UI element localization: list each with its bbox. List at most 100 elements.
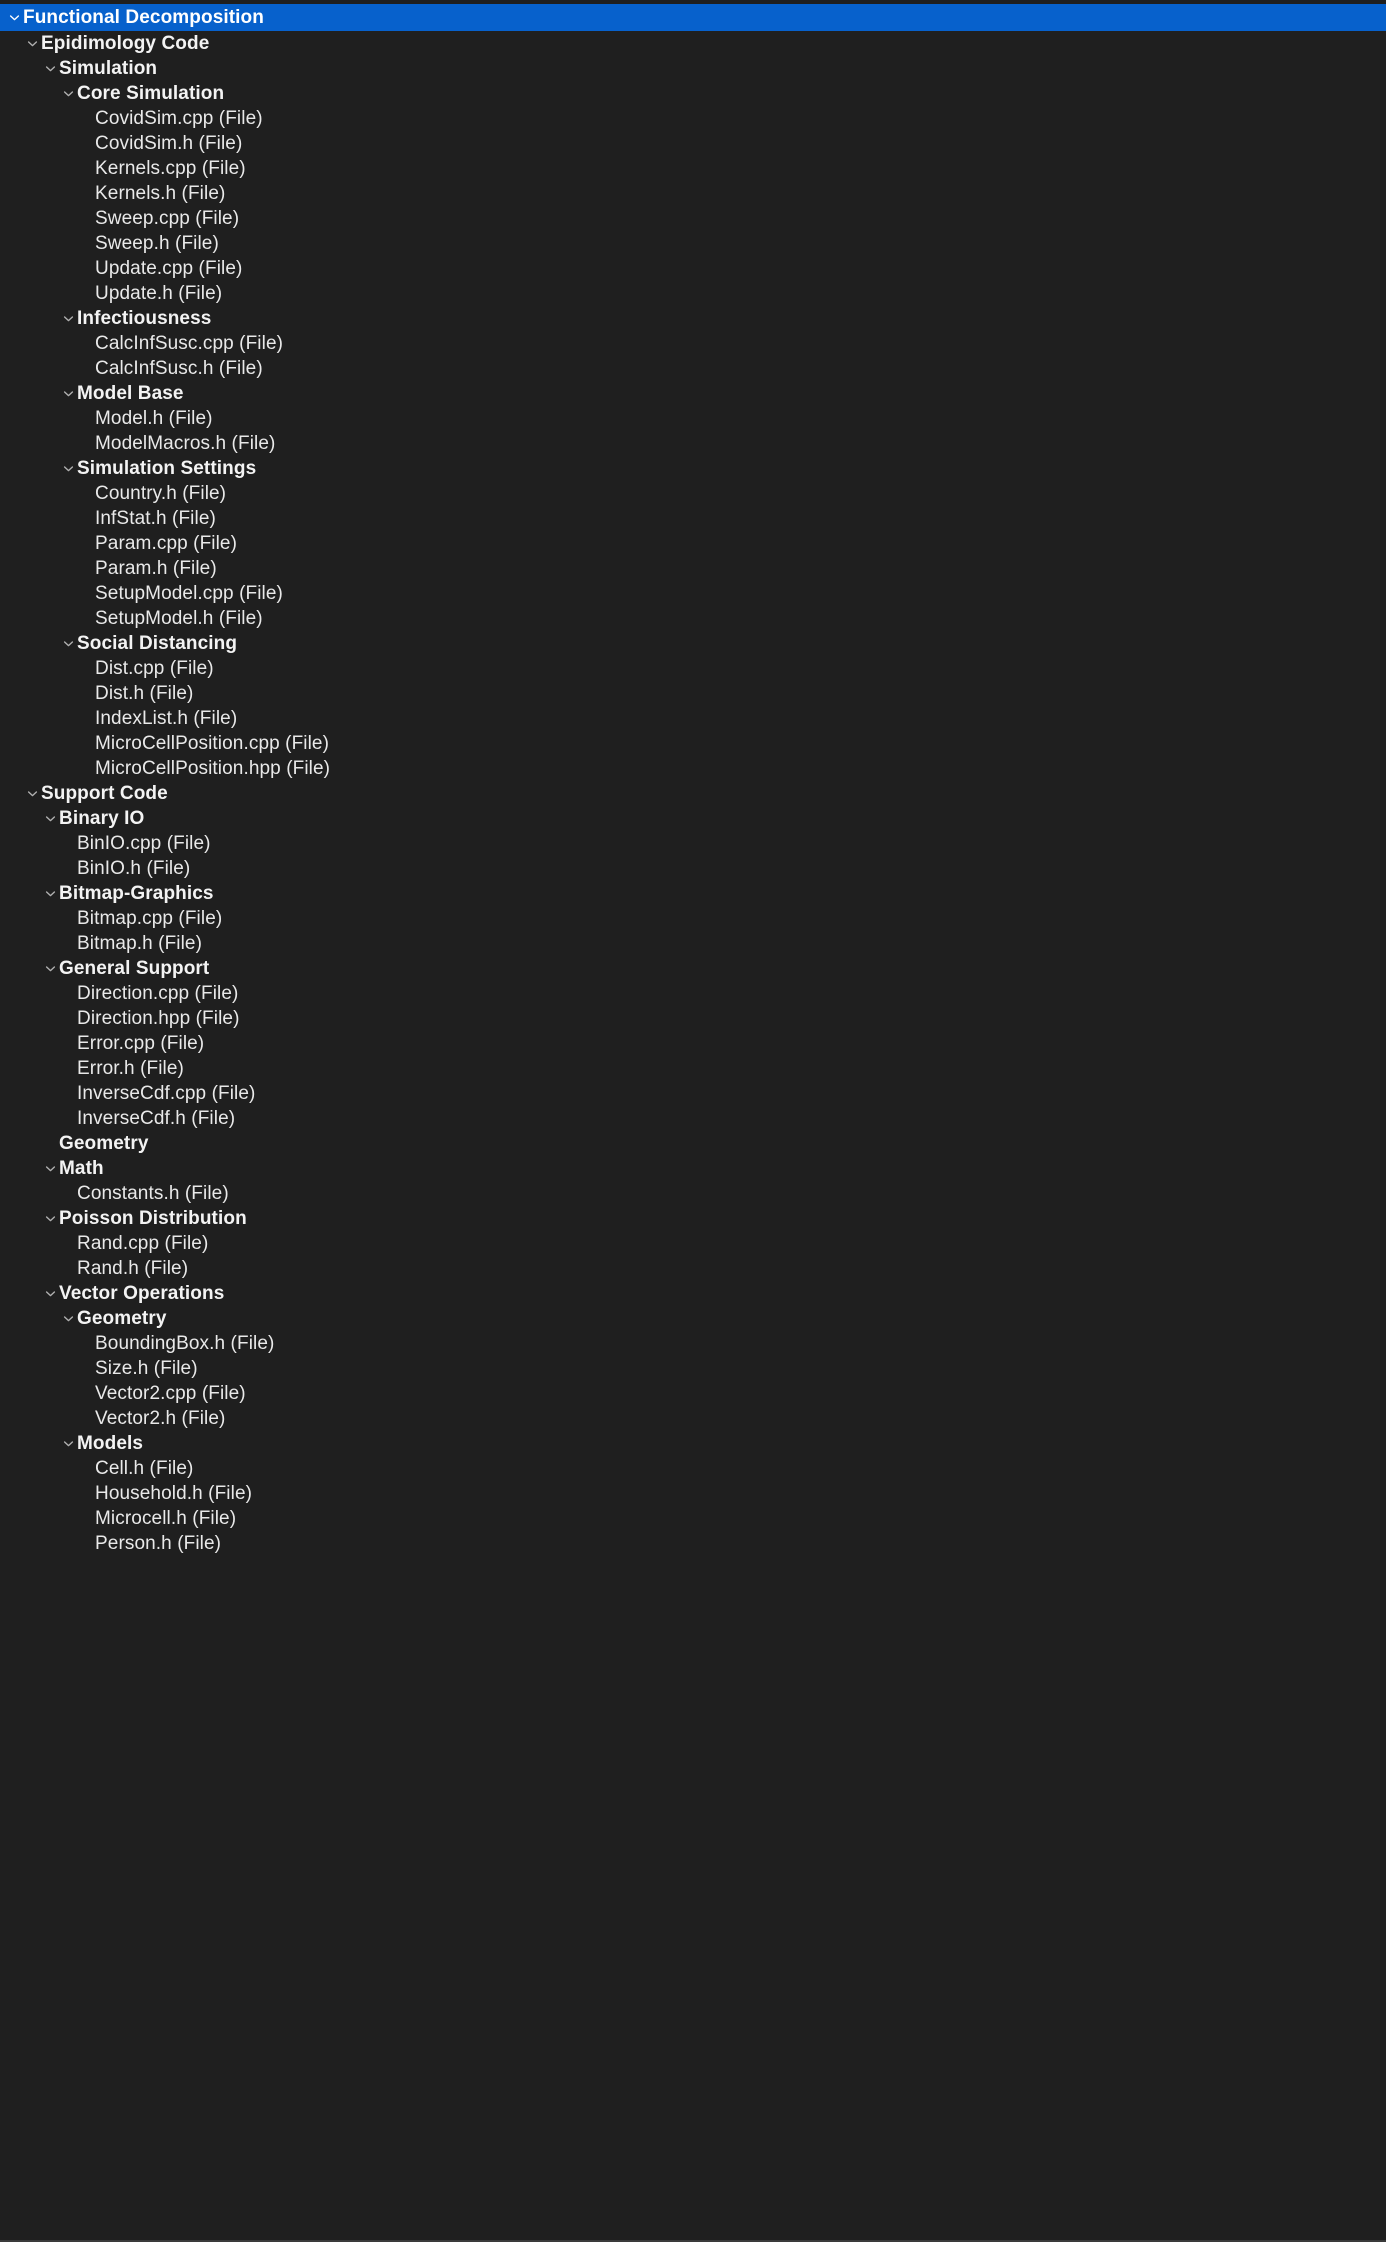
tree-row[interactable]: Model.h (File)	[0, 406, 1386, 431]
folder-label: Epidimology Code	[41, 33, 210, 54]
tree-row[interactable]: ModelMacros.h (File)	[0, 431, 1386, 456]
tree-row[interactable]: InfStat.h (File)	[0, 506, 1386, 531]
tree-row[interactable]: Bitmap-Graphics	[0, 881, 1386, 906]
tree-row[interactable]: SetupModel.h (File)	[0, 606, 1386, 631]
file-label: Error.h (File)	[77, 1058, 184, 1079]
tree-row[interactable]: Error.cpp (File)	[0, 1031, 1386, 1056]
twisty-placeholder	[78, 1506, 95, 1531]
chevron-down-icon[interactable]	[42, 1206, 59, 1231]
tree-row[interactable]: BinIO.h (File)	[0, 856, 1386, 881]
chevron-down-icon[interactable]	[42, 56, 59, 81]
file-label: BoundingBox.h (File)	[95, 1333, 275, 1354]
tree-row[interactable]: Household.h (File)	[0, 1481, 1386, 1506]
tree-row[interactable]: Param.cpp (File)	[0, 531, 1386, 556]
tree-row[interactable]: Vector2.h (File)	[0, 1406, 1386, 1431]
tree-row[interactable]: Cell.h (File)	[0, 1456, 1386, 1481]
tree-row[interactable]: Dist.cpp (File)	[0, 656, 1386, 681]
twisty-placeholder	[78, 581, 95, 606]
chevron-down-icon[interactable]	[24, 31, 41, 56]
chevron-down-icon[interactable]	[42, 1281, 59, 1306]
tree-row[interactable]: Kernels.h (File)	[0, 181, 1386, 206]
chevron-down-icon[interactable]	[42, 806, 59, 831]
tree-row[interactable]: Country.h (File)	[0, 481, 1386, 506]
file-label: ModelMacros.h (File)	[95, 433, 276, 454]
tree-row[interactable]: CovidSim.h (File)	[0, 131, 1386, 156]
tree-row[interactable]: Rand.cpp (File)	[0, 1231, 1386, 1256]
tree-row[interactable]: Update.cpp (File)	[0, 256, 1386, 281]
tree-row[interactable]: Rand.h (File)	[0, 1256, 1386, 1281]
file-label: Dist.cpp (File)	[95, 658, 214, 679]
twisty-placeholder	[78, 256, 95, 281]
tree-row[interactable]: CalcInfSusc.cpp (File)	[0, 331, 1386, 356]
tree-row[interactable]: Sweep.cpp (File)	[0, 206, 1386, 231]
twisty-placeholder	[78, 731, 95, 756]
tree-row[interactable]: Size.h (File)	[0, 1356, 1386, 1381]
chevron-down-icon[interactable]	[60, 456, 77, 481]
chevron-down-icon[interactable]	[60, 1431, 77, 1456]
chevron-down-icon[interactable]	[60, 631, 77, 656]
tree-row[interactable]: Kernels.cpp (File)	[0, 156, 1386, 181]
tree-row[interactable]: Update.h (File)	[0, 281, 1386, 306]
twisty-placeholder	[78, 1406, 95, 1431]
tree-row[interactable]: Direction.hpp (File)	[0, 1006, 1386, 1031]
tree-row[interactable]: Poisson Distribution	[0, 1206, 1386, 1231]
chevron-down-icon[interactable]	[60, 306, 77, 331]
tree-row[interactable]: InverseCdf.h (File)	[0, 1106, 1386, 1131]
file-label: BinIO.h (File)	[77, 858, 191, 879]
tree-row[interactable]: Error.h (File)	[0, 1056, 1386, 1081]
file-label: Cell.h (File)	[95, 1458, 194, 1479]
chevron-down-icon[interactable]	[42, 881, 59, 906]
tree-row[interactable]: Person.h (File)	[0, 1531, 1386, 1556]
tree-row[interactable]: MicroCellPosition.hpp (File)	[0, 756, 1386, 781]
twisty-placeholder	[78, 481, 95, 506]
tree-row[interactable]: Direction.cpp (File)	[0, 981, 1386, 1006]
tree-row[interactable]: Sweep.h (File)	[0, 231, 1386, 256]
tree-row[interactable]: Vector Operations	[0, 1281, 1386, 1306]
tree-row[interactable]: Binary IO	[0, 806, 1386, 831]
tree-row[interactable]: CovidSim.cpp (File)	[0, 106, 1386, 131]
twisty-placeholder	[78, 556, 95, 581]
tree-row[interactable]: MicroCellPosition.cpp (File)	[0, 731, 1386, 756]
tree-row[interactable]: InverseCdf.cpp (File)	[0, 1081, 1386, 1106]
chevron-down-icon[interactable]	[6, 5, 23, 30]
tree-row[interactable]: Bitmap.h (File)	[0, 931, 1386, 956]
file-label: Model.h (File)	[95, 408, 213, 429]
tree-row[interactable]: Constants.h (File)	[0, 1181, 1386, 1206]
tree-row[interactable]: Support Code	[0, 781, 1386, 806]
tree-row[interactable]: Microcell.h (File)	[0, 1506, 1386, 1531]
tree-row[interactable]: Infectiousness	[0, 306, 1386, 331]
tree-row[interactable]: Param.h (File)	[0, 556, 1386, 581]
twisty-placeholder	[78, 681, 95, 706]
tree-row[interactable]: SetupModel.cpp (File)	[0, 581, 1386, 606]
file-label: Bitmap.h (File)	[77, 933, 203, 954]
chevron-down-icon[interactable]	[60, 1306, 77, 1331]
tree-row[interactable]: Dist.h (File)	[0, 681, 1386, 706]
tree-row[interactable]: IndexList.h (File)	[0, 706, 1386, 731]
folder-label: Models	[77, 1433, 144, 1454]
tree-row[interactable]: Vector2.cpp (File)	[0, 1381, 1386, 1406]
tree-row[interactable]: Epidimology Code	[0, 31, 1386, 56]
tree-row[interactable]: Bitmap.cpp (File)	[0, 906, 1386, 931]
tree-row[interactable]: CalcInfSusc.h (File)	[0, 356, 1386, 381]
tree-row[interactable]: Models	[0, 1431, 1386, 1456]
tree-row[interactable]: BoundingBox.h (File)	[0, 1331, 1386, 1356]
tree-row[interactable]: Simulation Settings	[0, 456, 1386, 481]
twisty-placeholder	[60, 1181, 77, 1206]
chevron-down-icon[interactable]	[24, 781, 41, 806]
chevron-down-icon[interactable]	[60, 381, 77, 406]
twisty-placeholder	[78, 156, 95, 181]
tree-row[interactable]: Geometry	[0, 1131, 1386, 1156]
tree-row[interactable]: BinIO.cpp (File)	[0, 831, 1386, 856]
tree-header-row[interactable]: Functional Decomposition	[0, 4, 1386, 31]
tree-row[interactable]: Simulation	[0, 56, 1386, 81]
chevron-down-icon[interactable]	[42, 1156, 59, 1181]
tree-row[interactable]: General Support	[0, 956, 1386, 981]
tree-row[interactable]: Core Simulation	[0, 81, 1386, 106]
tree-row[interactable]: Geometry	[0, 1306, 1386, 1331]
file-label: Kernels.cpp (File)	[95, 158, 246, 179]
chevron-down-icon[interactable]	[60, 81, 77, 106]
tree-row[interactable]: Math	[0, 1156, 1386, 1181]
tree-row[interactable]: Social Distancing	[0, 631, 1386, 656]
chevron-down-icon[interactable]	[42, 956, 59, 981]
tree-row[interactable]: Model Base	[0, 381, 1386, 406]
